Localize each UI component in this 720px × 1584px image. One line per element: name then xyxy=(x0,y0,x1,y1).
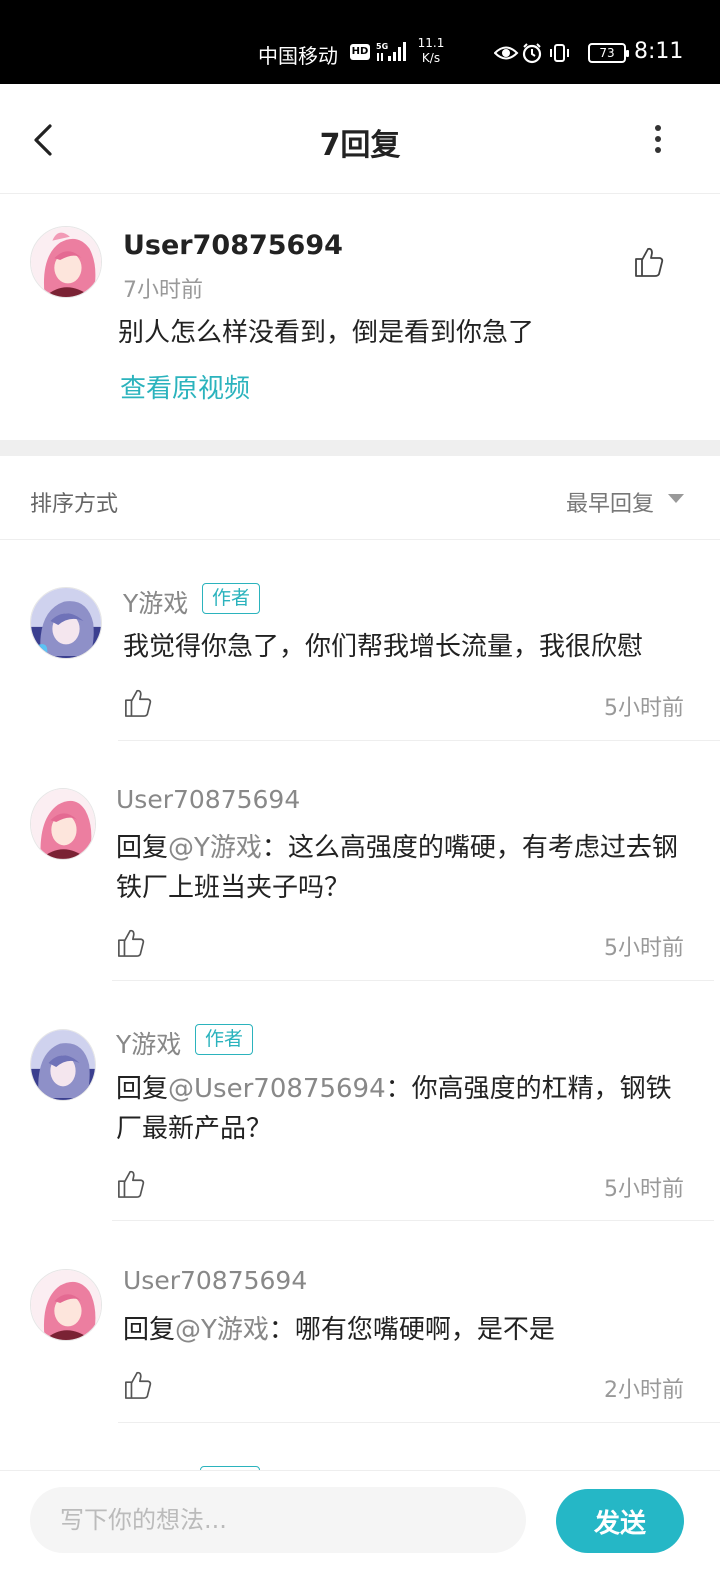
reply-username[interactable]: Y游戏 xyxy=(123,584,188,620)
mention-link[interactable]: @Y游戏 xyxy=(168,833,262,863)
network-speed: 11.1 K/s xyxy=(417,36,445,65)
comment-text: 别人怎么样没看到，倒是看到你急了 xyxy=(118,318,535,348)
thumbs-up-icon[interactable] xyxy=(117,928,145,958)
avatar[interactable] xyxy=(30,587,102,659)
comment-bar: 发送 xyxy=(0,1470,720,1584)
eye-icon xyxy=(494,46,519,60)
comment-input[interactable] xyxy=(30,1487,526,1553)
reply-text: 回复@Y游戏：这么高强度的嘴硬，有考虑过去钢铁厂上班当夹子吗？ xyxy=(116,833,678,903)
status-icons xyxy=(494,43,569,64)
avatar[interactable] xyxy=(30,226,102,298)
mention-link[interactable]: @Y游戏 xyxy=(175,1315,269,1345)
thumbs-up-icon[interactable] xyxy=(124,1370,152,1400)
sort-bar: 排序方式 最早回复 xyxy=(0,456,720,540)
reply-username[interactable]: Y游戏 xyxy=(116,1025,181,1061)
battery-icon: 73 xyxy=(588,43,629,63)
divider xyxy=(112,1220,714,1221)
page-title: 7回复 xyxy=(319,128,401,163)
comment-time: 7小时前 xyxy=(123,278,203,303)
alarm-icon xyxy=(522,43,542,64)
vibrate-icon xyxy=(550,44,569,62)
mention-link[interactable]: @User70875694 xyxy=(168,1074,386,1104)
avatar[interactable] xyxy=(30,1029,96,1101)
author-badge: 作者 xyxy=(202,583,261,614)
svg-text:5G: 5G xyxy=(376,42,388,51)
section-divider xyxy=(0,440,720,456)
reply-username[interactable]: User70875694 xyxy=(116,785,300,814)
reply-time: 5小时前 xyxy=(604,1177,684,1202)
reply-time: 2小时前 xyxy=(604,1378,684,1403)
sort-label: 排序方式 xyxy=(30,492,119,517)
reply-text: 回复@Y游戏：哪有您嘴硬啊，是不是 xyxy=(123,1315,555,1345)
carrier-name: 中国移动 xyxy=(258,44,338,68)
top-bar: 7回复 xyxy=(0,84,720,194)
author-badge: 作者 xyxy=(195,1024,254,1055)
avatar[interactable] xyxy=(30,1269,102,1341)
thumbs-up-icon[interactable] xyxy=(124,688,152,718)
more-vertical-icon[interactable] xyxy=(650,124,666,154)
reply-time: 5小时前 xyxy=(604,696,684,721)
divider xyxy=(112,980,714,981)
sort-dropdown[interactable]: 最早回复 xyxy=(566,486,654,518)
reply-text: 回复@User70875694：你高强度的杠精，钢铁厂最新产品？ xyxy=(116,1074,672,1144)
divider xyxy=(118,740,720,741)
reply-text: 我觉得你急了，你们帮我增长流量，我很欣慰 xyxy=(123,632,644,662)
chevron-down-icon[interactable] xyxy=(668,494,684,504)
thumbs-up-icon[interactable] xyxy=(634,246,664,278)
view-original-video-link[interactable]: 查看原视频 xyxy=(120,368,250,405)
reply-time: 5小时前 xyxy=(604,936,684,961)
status-bar: 中国移动 HD 5G 11.1 K/s 73 8:11 xyxy=(0,0,720,84)
hd-icon: HD xyxy=(350,44,370,60)
divider xyxy=(118,1422,720,1423)
reply-username[interactable]: User70875694 xyxy=(123,1266,307,1295)
thumbs-up-icon[interactable] xyxy=(117,1169,145,1199)
signal-icon: 5G xyxy=(376,42,406,61)
avatar[interactable] xyxy=(30,788,96,860)
comment-username[interactable]: User70875694 xyxy=(123,230,343,261)
clock: 8:11 xyxy=(634,39,684,64)
send-button[interactable]: 发送 xyxy=(556,1489,684,1553)
